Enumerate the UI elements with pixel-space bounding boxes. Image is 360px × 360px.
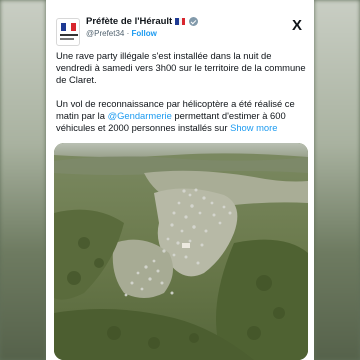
separator-dot: · xyxy=(126,29,130,38)
france-flag-icon xyxy=(175,18,186,25)
show-more-link[interactable]: Show more xyxy=(230,122,277,133)
tweet-paragraph-1: Une rave party illégale s'est installée … xyxy=(56,50,306,85)
account-name[interactable]: Préfète de l'Hérault xyxy=(86,16,172,27)
follow-button[interactable]: Follow xyxy=(132,29,157,38)
x-logo-icon[interactable]: X xyxy=(292,17,302,34)
account-name-row: Préfète de l'Hérault xyxy=(86,16,199,27)
blurred-background-right xyxy=(314,0,360,360)
aerial-photo[interactable] xyxy=(54,143,308,360)
tweet-header: Préfète de l'Hérault @Prefet34 · Follow … xyxy=(56,14,304,46)
handle-row: @Prefet34 · Follow xyxy=(86,29,157,38)
tweet-paragraph-2: Un vol de reconnaissance par hélicoptère… xyxy=(56,98,310,134)
verified-badge-icon xyxy=(189,17,199,26)
tweet-text: Une rave party illégale s'est installée … xyxy=(56,50,310,134)
blurred-background-left xyxy=(0,0,46,360)
account-handle[interactable]: @Prefet34 xyxy=(86,29,124,38)
tweet-card: Préfète de l'Hérault @Prefet34 · Follow … xyxy=(46,0,314,360)
avatar[interactable] xyxy=(56,18,80,46)
gendarmerie-mention-link[interactable]: @Gendarmerie xyxy=(108,110,172,121)
